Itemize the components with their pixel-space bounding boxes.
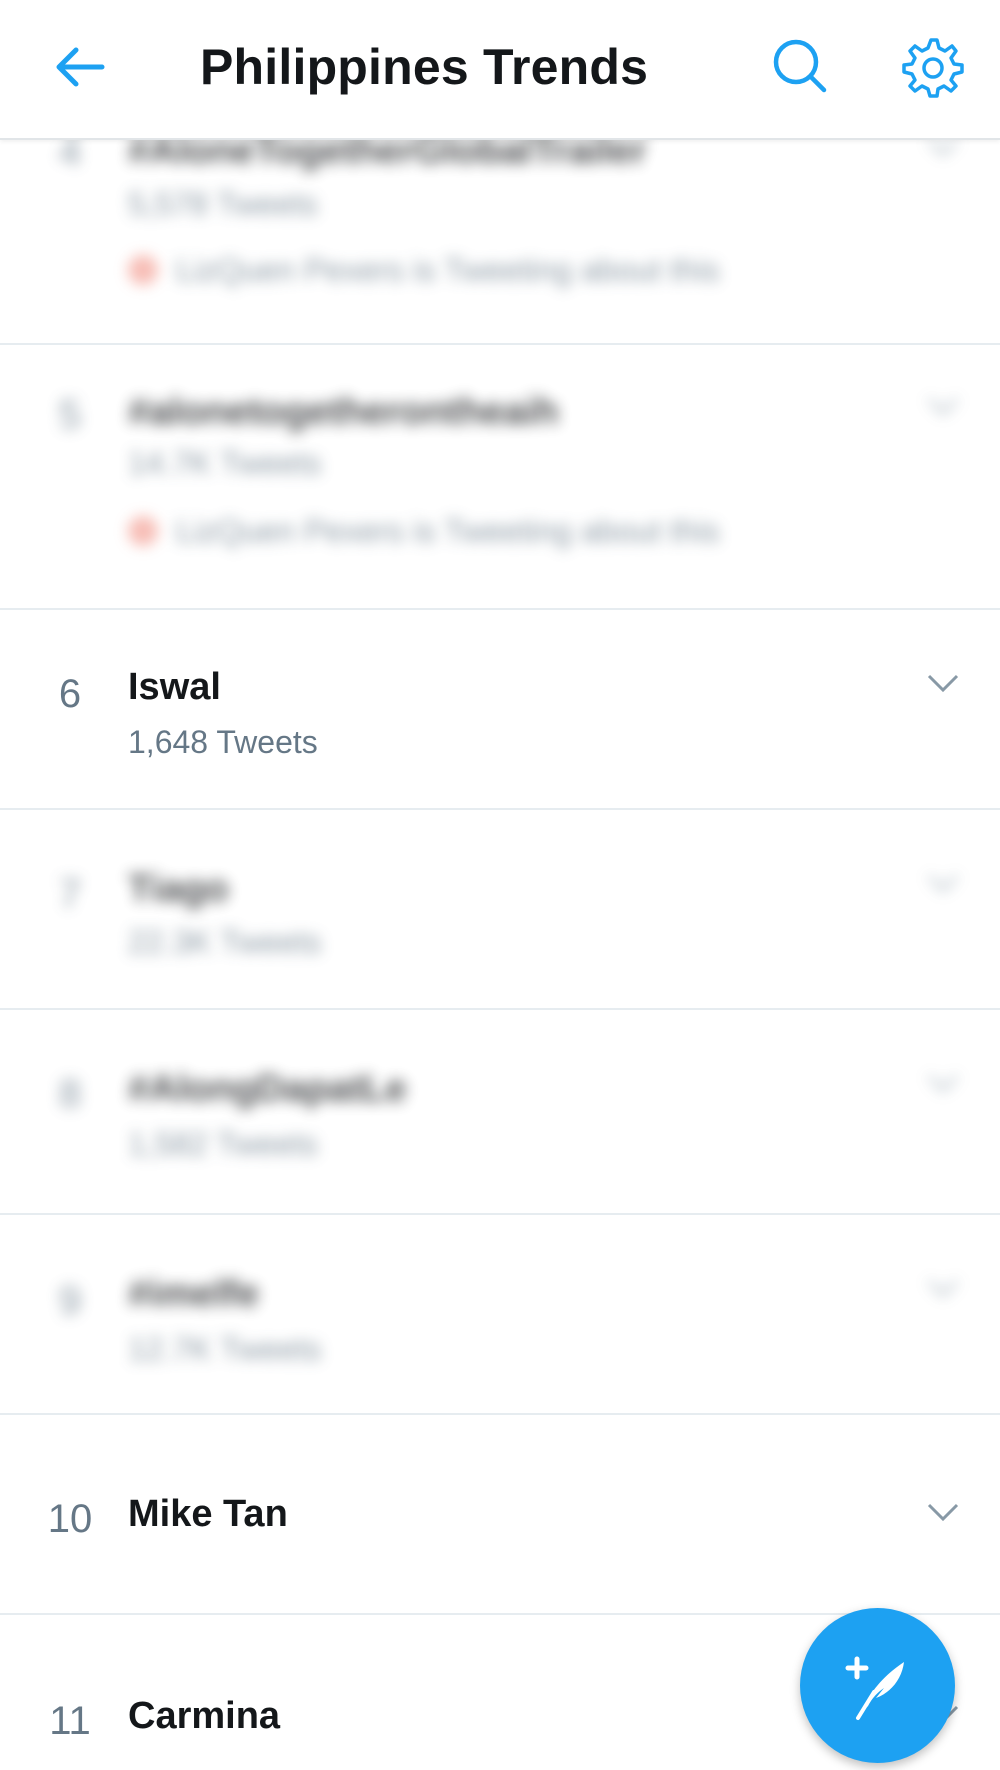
- trend-tweet-count: 1,648 Tweets: [128, 724, 318, 760]
- avatar: [128, 255, 158, 285]
- chevron-down-icon[interactable]: [926, 1277, 960, 1299]
- top-app-bar: Philippines Trends: [0, 0, 1000, 140]
- chevron-down-icon[interactable]: [926, 1072, 960, 1094]
- trend-rank: 5: [58, 393, 82, 437]
- trend-row[interactable]: 5 #alonetogetherontheaih 14.7K Tweets Li…: [0, 345, 1000, 610]
- trend-name: #alonetogetherontheaih: [128, 391, 559, 433]
- trend-name: Tiago: [128, 868, 229, 910]
- trend-context: LizQuen Pexers is Tweeting about this: [128, 252, 720, 289]
- arrow-left-icon[interactable]: [50, 42, 110, 92]
- trend-name: Carmina: [128, 1695, 281, 1737]
- gear-icon[interactable]: [898, 34, 964, 100]
- chevron-down-icon[interactable]: [926, 672, 960, 694]
- trend-row[interactable]: 8 #AlongDapatLe 1,582 Tweets: [0, 1010, 1000, 1215]
- chevron-down-icon[interactable]: [926, 872, 960, 894]
- trend-name: #imelfe: [128, 1273, 259, 1315]
- chevron-down-icon[interactable]: [926, 395, 960, 417]
- trend-rank: 7: [58, 872, 82, 916]
- trend-rank: 8: [58, 1072, 82, 1116]
- trend-tweet-count: 14.7K Tweets: [128, 445, 322, 481]
- chevron-down-icon[interactable]: [926, 1501, 960, 1523]
- trend-tweet-count: 5,578 Tweets: [128, 186, 318, 222]
- trend-name: Iswal: [128, 666, 221, 708]
- trend-rank: 9: [58, 1279, 82, 1323]
- compose-tweet-icon: [845, 1656, 904, 1720]
- trend-row[interactable]: 9 #imelfe 12.7K Tweets: [0, 1215, 1000, 1415]
- trend-rank: 10: [47, 1497, 93, 1541]
- trend-tweet-count: 12.7K Tweets: [128, 1331, 322, 1367]
- avatar: [128, 516, 158, 546]
- search-icon[interactable]: [768, 34, 832, 98]
- trend-tweet-count: 22.3K Tweets: [128, 924, 322, 960]
- trend-rank: 11: [49, 1699, 91, 1743]
- compose-tweet-button[interactable]: [800, 1608, 955, 1763]
- trend-name: Mike Tan: [128, 1493, 288, 1535]
- trend-rank: 6: [58, 672, 82, 716]
- trend-tweet-count: 1,582 Tweets: [128, 1126, 318, 1162]
- page-title: Philippines Trends: [200, 39, 649, 95]
- trend-context: LizQuen Pexers is Tweeting about this: [128, 513, 720, 550]
- trend-row[interactable]: 6 Iswal 1,648 Tweets: [0, 610, 1000, 810]
- trend-row[interactable]: 7 Tiago 22.3K Tweets: [0, 810, 1000, 1010]
- trend-name: #AlongDapatLe: [128, 1068, 407, 1110]
- trend-row[interactable]: 10 Mike Tan: [0, 1415, 1000, 1615]
